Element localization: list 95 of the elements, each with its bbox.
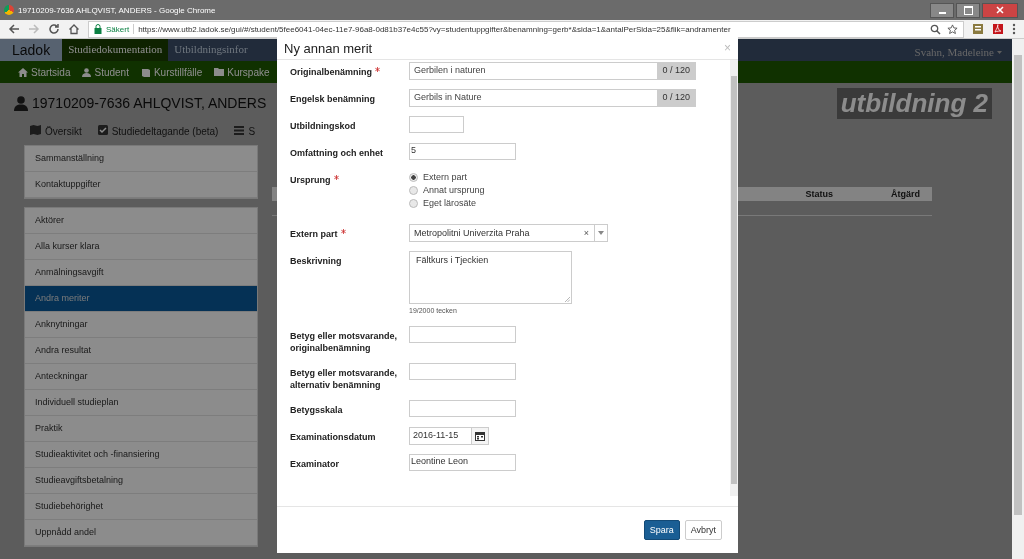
section-tab[interactable]: S — [248, 125, 256, 137]
text-field[interactable]: Gerbils in Nature 0 / 120 — [409, 89, 696, 107]
character-counter: 0 / 120 — [657, 63, 695, 79]
section-tab[interactable]: Översikt — [45, 125, 82, 137]
field-label: Examinator — [290, 459, 340, 469]
radio-label[interactable]: Annat ursprung — [423, 185, 485, 195]
section-tab[interactable]: Studiedeltagande (beta) — [111, 125, 219, 137]
lock-icon — [94, 24, 102, 34]
user-menu[interactable]: Svahn, Madeleine — [914, 46, 994, 58]
radio-button[interactable] — [409, 172, 418, 182]
input-field[interactable]: 5 — [409, 143, 516, 160]
caret-icon[interactable] — [997, 50, 1002, 54]
sidebar-item[interactable]: Andra meriter — [25, 286, 257, 312]
home-icon[interactable] — [68, 23, 80, 35]
browser-logo-icon — [4, 5, 14, 15]
column-header: Åtgärd — [891, 189, 920, 199]
input-field[interactable] — [409, 363, 516, 380]
input-field[interactable] — [409, 116, 464, 133]
reload-icon[interactable] — [48, 23, 60, 35]
caret-icon[interactable] — [598, 231, 604, 235]
resize-handle-icon[interactable] — [565, 297, 570, 302]
sidebar-item[interactable]: Sammanställning — [25, 146, 257, 172]
logo[interactable]: Ladok — [0, 39, 63, 61]
select-field[interactable]: Metropolitni Univerzita Praha × — [409, 224, 608, 242]
back-icon[interactable] — [8, 23, 20, 35]
sidebar-item[interactable]: Studieaktivitet och -finansiering — [25, 442, 257, 468]
clear-icon[interactable]: × — [578, 228, 594, 238]
sidebar-item[interactable]: Anteckningar — [25, 364, 257, 390]
cancel-button[interactable]: Avbryt — [684, 520, 722, 540]
sidebar-item[interactable]: Praktik — [25, 416, 257, 442]
radio-label[interactable]: Extern part — [423, 172, 468, 182]
secure-label: Säkert — [106, 24, 130, 34]
required-icon — [333, 175, 339, 180]
field-label: Ursprung — [290, 175, 331, 185]
field-label: Omfattning och enhet — [290, 148, 383, 158]
radio-button[interactable] — [409, 185, 418, 195]
sidebar-item[interactable]: Andra resultat — [25, 338, 257, 364]
field-label: Examinationsdatum — [290, 432, 376, 442]
map-icon — [30, 125, 41, 137]
field-label: Betyg eller motsvarande, originalbenämning — [290, 331, 398, 353]
column-header: Status — [805, 189, 833, 199]
field-label: Beskrivning — [290, 256, 342, 266]
folder-icon — [214, 68, 225, 76]
field-label: Engelsk benämning — [290, 94, 376, 104]
student-heading: 19710209-7636 AHLQVIST, ANDERS — [32, 95, 267, 111]
minimize-icon[interactable] — [930, 2, 954, 18]
nav-tab[interactable]: Utbildningsinfor — [168, 39, 254, 61]
sidebar-item[interactable]: Individuell studieplan — [25, 390, 257, 416]
field-label: Utbildningskod — [290, 121, 356, 131]
save-button[interactable]: Spara — [643, 520, 680, 540]
checkbox-icon — [97, 125, 108, 137]
sidebar-item[interactable]: Studieavgiftsbetalning — [25, 468, 257, 494]
character-counter: 0 / 120 — [657, 90, 695, 106]
address-field[interactable]: Säkert https://www.utb2.ladok.se/gui/#/student/5fee6041-04ec-11e7-96a8-0d81b37e4c55?vy=studentuppgifter&benamning=gerb*&sida=1&antalPerSida=25&flik=andramenter — [88, 20, 964, 38]
environment-label: utbildning 2 — [836, 87, 992, 119]
nav-link[interactable]: Student — [82, 66, 129, 78]
required-icon — [375, 67, 380, 72]
url-text: https://www.utb2.ladok.se/gui/#/student/5fee6041-04ec-11e7-96a8-0d81b37e4c55?vy=studentuppgifter&benamning=gerb*&sida=1&antalPerSida=25&flik=andramenter — [138, 24, 732, 34]
input-field[interactable] — [409, 400, 516, 417]
input-field[interactable] — [409, 326, 516, 343]
field-label: Extern part — [290, 229, 338, 239]
sidebar-item[interactable]: Alla kurser klara — [25, 234, 257, 260]
text-area[interactable]: Fältkurs i Tjeckien — [409, 251, 572, 304]
close-icon[interactable] — [996, 6, 1004, 14]
person-icon — [14, 95, 28, 111]
window-title: 19710209-7636 AHLQVIST, ANDERS - Google Chrome — [18, 5, 217, 15]
field-label: Originalbenämning — [290, 67, 372, 77]
nav-link[interactable]: Kurstillfälle — [140, 66, 203, 78]
input-field[interactable]: Leontine Leon — [409, 454, 516, 471]
nav-tab[interactable]: Studiedokumentation — [62, 39, 169, 61]
zoom-icon[interactable] — [930, 23, 941, 35]
page-scrollbar[interactable] — [1012, 39, 1024, 559]
user-icon — [82, 67, 92, 77]
home-icon — [18, 67, 28, 77]
sidebar-item[interactable]: Anknytningar — [25, 312, 257, 338]
sidebar-item[interactable]: Kontaktuppgifter — [25, 172, 257, 198]
text-field[interactable]: Gerbilen i naturen 0 / 120 — [409, 62, 696, 80]
nav-link[interactable]: Startsida — [18, 66, 71, 78]
sidebar-item[interactable]: Aktörer — [25, 208, 257, 234]
dialog-title: Ny annan merit — [284, 40, 373, 56]
maximize-icon[interactable] — [956, 2, 980, 18]
star-icon[interactable] — [947, 23, 958, 35]
field-label: Betyg eller motsvarande, alternativ benämning — [290, 368, 398, 390]
field-label: Betygsskala — [290, 405, 343, 415]
radio-button[interactable] — [409, 198, 418, 208]
extension-icon[interactable] — [972, 23, 984, 35]
menu-icon[interactable] — [1012, 23, 1016, 35]
pdf-icon[interactable] — [992, 23, 1004, 35]
required-icon — [340, 229, 346, 234]
list-icon — [234, 125, 245, 137]
radio-label[interactable]: Eget lärosäte — [423, 198, 477, 208]
dialog-scrollbar[interactable] — [730, 60, 738, 496]
nav-link[interactable]: Kurspake — [214, 66, 270, 78]
sidebar-item[interactable]: Studiebehörighet — [25, 494, 257, 520]
sidebar-item[interactable]: Uppnådd andel — [25, 520, 257, 546]
